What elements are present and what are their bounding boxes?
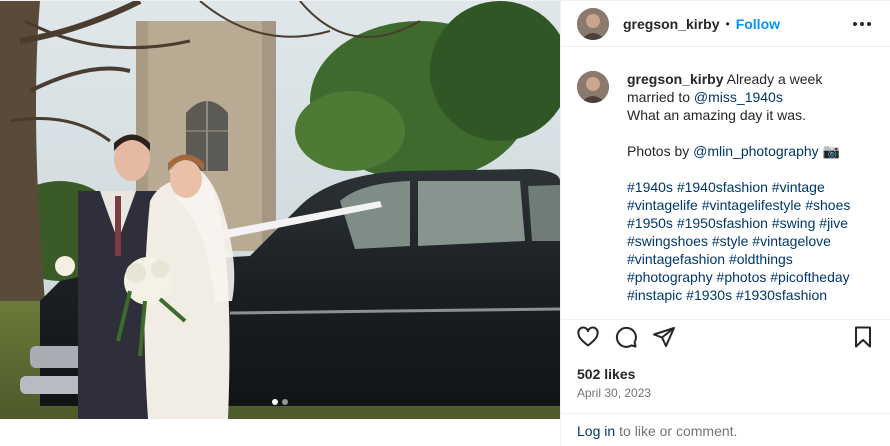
hashtag-link[interactable]: #photos [717,269,767,285]
hashtag-link[interactable]: #1930s [686,287,732,303]
caption-text: gregson_kirby Already a week married to … [627,70,867,304]
hashtag-link[interactable]: #1950s [627,215,673,231]
hashtag-line: #vintagefashion #oldthings [627,250,867,268]
hashtag-link[interactable]: #swing [772,215,816,231]
photographer-mention-link[interactable]: @mlin_photography [693,143,819,159]
bookmark-icon[interactable] [850,324,876,350]
caption-line-3: What an amazing day it was. [627,107,806,123]
caption-username[interactable]: gregson_kirby [627,71,723,87]
hashtag-link[interactable]: #oldthings [729,251,793,267]
post-date[interactable]: April 30, 2023 [577,386,651,400]
follow-button[interactable]: Follow [736,16,780,32]
caption-comment: gregson_kirby Already a week married to … [577,70,874,304]
caption-avatar[interactable] [577,71,609,103]
carousel-dot-2[interactable] [282,399,288,405]
hashtag-link[interactable]: #photography [627,269,713,285]
camera-emoji-icon: 📷 [822,143,840,159]
header-separator: • [725,16,730,31]
hashtag-link[interactable]: #vintagelifestyle [702,197,802,213]
hashtag-link[interactable]: #swingshoes [627,233,708,249]
action-bar [561,319,890,353]
hashtag-line: #photography #photos #picoftheday [627,268,867,286]
hashtag-link[interactable]: #shoes [805,197,850,213]
carousel-dot-1[interactable] [272,399,278,405]
hashtag-link[interactable]: #instapic [627,287,682,303]
hashtag-link[interactable]: #1930sfashion [736,287,827,303]
hashtag-link[interactable]: #vintagefashion [627,251,725,267]
hashtag-line: #1950s #1950sfashion #swing #jive [627,214,867,232]
hashtag-link[interactable]: #vintagelife [627,197,698,213]
instagram-post-frame: gregson_kirby • Follow gregson_kirby Alr… [0,0,890,446]
likes-count[interactable]: 502 likes [577,366,635,382]
hashtag-line: #vintagelife #vintagelifestyle #shoes [627,196,867,214]
post-side-panel: gregson_kirby • Follow gregson_kirby Alr… [560,1,890,446]
hashtag-link[interactable]: #style [712,233,749,249]
hashtag-link[interactable]: #1940s [627,179,673,195]
hashtag-link[interactable]: #picoftheday [770,269,849,285]
caption-scroll-area[interactable]: gregson_kirby Already a week married to … [561,56,890,306]
hashtag-link[interactable]: #1940sfashion [677,179,768,195]
mention-link[interactable]: @miss_1940s [694,89,783,105]
comment-icon[interactable] [613,324,639,350]
hashtag-link[interactable]: #vintagelove [752,233,831,249]
hashtag-link[interactable]: #vintage [772,179,825,195]
caption-line-1: Already a week [726,71,823,87]
post-photo[interactable] [0,1,560,419]
login-link[interactable]: Log in [577,423,615,439]
hashtag-link[interactable]: #jive [819,215,848,231]
avatar[interactable] [577,7,609,40]
hashtag-link[interactable]: #1950sfashion [677,215,768,231]
login-prompt: Log in to like or comment. [561,413,890,446]
caption-line-2-prefix: married to [627,89,694,105]
post-username[interactable]: gregson_kirby [623,16,719,32]
heart-icon[interactable] [575,324,601,350]
login-prompt-text: to like or comment. [619,422,738,439]
photos-credit-prefix: Photos by [627,143,694,159]
post-header: gregson_kirby • Follow [561,1,890,47]
hashtag-line: #1940s #1940sfashion #vintage [627,178,867,196]
hashtag-list: #1940s #1940sfashion #vintage #vintagelif… [627,178,867,304]
hashtag-line: #swingshoes #style #vintagelove [627,232,867,250]
more-options-icon[interactable] [850,12,874,36]
carousel-indicator [0,399,560,405]
hashtag-line: #instapic #1930s #1930sfashion [627,286,867,304]
wedding-photo-illustration [0,1,560,419]
share-icon[interactable] [651,324,677,350]
